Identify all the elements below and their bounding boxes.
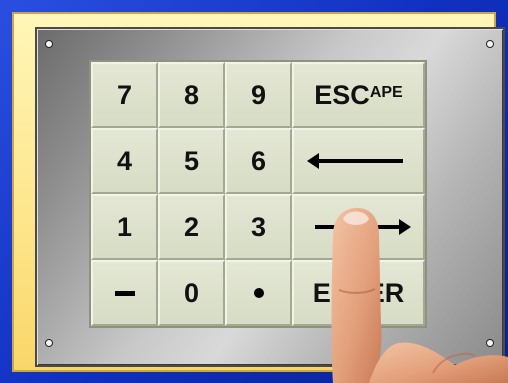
key-2-label: 2 bbox=[183, 211, 200, 242]
key-5[interactable]: 5 bbox=[158, 128, 225, 194]
decimal-point-icon bbox=[253, 288, 264, 298]
key-4[interactable]: 4 bbox=[91, 128, 158, 194]
key-6-label: 6 bbox=[250, 145, 267, 176]
key-5-label: 5 bbox=[183, 145, 200, 176]
key-9[interactable]: 9 bbox=[225, 62, 292, 128]
key-3[interactable]: 3 bbox=[225, 194, 292, 260]
key-3-label: 3 bbox=[250, 211, 267, 242]
key-4-label: 4 bbox=[116, 145, 133, 176]
key-0-label: 0 bbox=[183, 277, 200, 308]
left-arrow-icon bbox=[306, 153, 403, 169]
minus-icon bbox=[114, 290, 135, 296]
key-decimal[interactable] bbox=[225, 260, 292, 326]
key-escape-label-small: APE bbox=[369, 84, 403, 101]
key-2[interactable]: 2 bbox=[158, 194, 225, 260]
key-1-label: 1 bbox=[116, 211, 133, 242]
screw-icon bbox=[486, 40, 494, 48]
key-7-label: 7 bbox=[116, 79, 133, 110]
key-8[interactable]: 8 bbox=[158, 62, 225, 128]
key-7[interactable]: 7 bbox=[91, 62, 158, 128]
key-9-label: 9 bbox=[250, 79, 267, 110]
screw-icon bbox=[486, 339, 494, 347]
key-6[interactable]: 6 bbox=[225, 128, 292, 194]
key-1[interactable]: 1 bbox=[91, 194, 158, 260]
screw-icon bbox=[45, 339, 53, 347]
key-enter[interactable]: ENTER bbox=[292, 260, 425, 326]
key-0[interactable]: 0 bbox=[158, 260, 225, 326]
key-minus[interactable] bbox=[91, 260, 158, 326]
key-escape[interactable]: ESC APE bbox=[292, 62, 425, 128]
key-backspace[interactable] bbox=[292, 128, 425, 194]
key-escape-label-main: ESC bbox=[314, 79, 370, 110]
right-arrow-icon bbox=[314, 219, 411, 235]
key-forward[interactable] bbox=[292, 194, 425, 260]
screw-icon bbox=[45, 40, 53, 48]
keypad: 7 8 9 ESC APE 4 5 6 1 2 3 0 ENTER bbox=[89, 60, 427, 328]
key-8-label: 8 bbox=[183, 79, 200, 110]
key-enter-label: ENTER bbox=[312, 277, 405, 308]
